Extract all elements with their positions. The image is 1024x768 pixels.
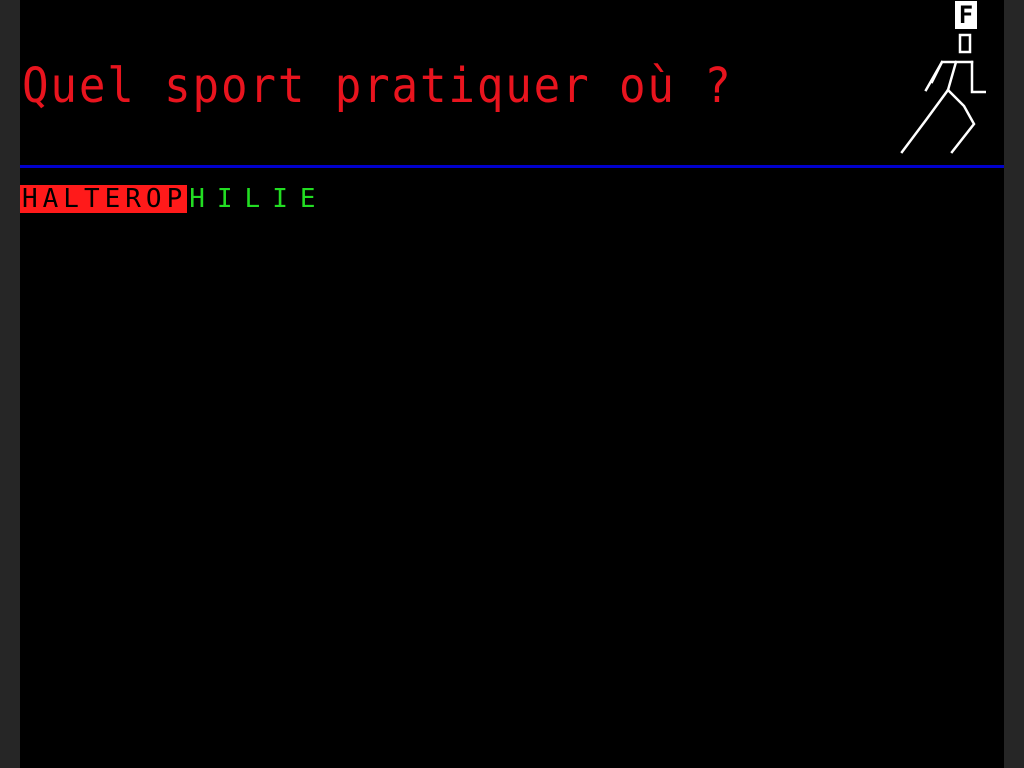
minitel-screen: Quel sport pratiquer où ? F HALTEROP HIL…: [20, 0, 1004, 768]
page-title: Quel sport pratiquer où ?: [22, 58, 733, 114]
separator-line: [20, 165, 1004, 168]
sport-search-input[interactable]: HALTEROP HILIE: [20, 185, 328, 213]
typed-text: HALTEROP: [20, 184, 188, 214]
logo: F: [876, 0, 986, 160]
autocomplete-suggestion: HILIE: [189, 184, 328, 214]
running-figure-icon: [900, 33, 986, 154]
